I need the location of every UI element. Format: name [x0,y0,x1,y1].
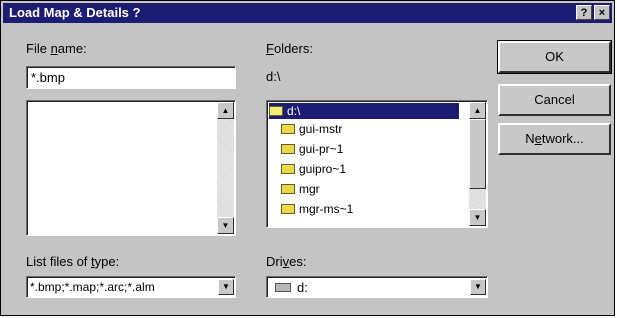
folder-item[interactable]: mgr-ms~1 [281,201,353,217]
current-path: d:\ [266,69,281,84]
file-name-label: File name: [26,41,87,56]
network-button[interactable]: Network... [498,123,611,155]
folder-icon [281,144,295,154]
open-folder-icon [269,106,283,116]
scroll-up-arrow-icon[interactable]: ▲ [469,102,486,119]
drive-icon [275,283,291,292]
file-list[interactable]: ▲ ▼ [26,100,236,236]
folder-item[interactable]: gui-mstr [281,121,342,137]
help-button[interactable]: ? [576,5,592,20]
scroll-down-arrow-icon[interactable]: ▼ [469,209,486,226]
folder-item[interactable]: mgr [281,181,320,197]
folder-item-root[interactable]: d:\ [269,103,459,119]
file-name-input[interactable]: *.bmp [26,66,236,89]
file-type-label: List files of type: [26,254,120,269]
folder-item[interactable]: gui-pr~1 [281,141,343,157]
chevron-down-icon[interactable]: ▼ [218,279,234,295]
scroll-down-arrow-icon[interactable]: ▼ [217,217,234,234]
chevron-down-icon[interactable]: ▼ [470,279,486,295]
scroll-up-arrow-icon[interactable]: ▲ [217,102,234,119]
close-button[interactable]: × [594,5,610,20]
file-type-value: *.bmp;*.map;*.arc;*.alm [30,280,155,294]
folder-list[interactable]: d:\ gui-mstr gui-pr~1 guipro~1 mgr mgr-m… [266,100,488,228]
load-map-dialog: Load Map & Details ? ? × File name: *.bm… [0,0,615,316]
scroll-thumb[interactable] [469,119,486,189]
title-bar[interactable]: Load Map & Details ? ? × [3,3,612,23]
dialog-title: Load Map & Details ? [9,5,141,20]
folder-icon [281,204,295,214]
drives-label: Drives: [266,254,307,269]
folder-item[interactable]: guipro~1 [281,161,346,177]
file-list-scrollbar[interactable]: ▲ ▼ [217,102,234,234]
folder-icon [281,124,295,134]
drives-select[interactable]: d: ▼ [266,276,488,298]
file-name-value: *.bmp [31,70,65,85]
drives-value: d: [297,280,308,295]
file-type-select[interactable]: *.bmp;*.map;*.arc;*.alm ▼ [26,276,236,298]
folder-icon [281,184,295,194]
folder-icon [281,164,295,174]
folder-list-scrollbar[interactable]: ▲ ▼ [469,102,486,226]
ok-button[interactable]: OK [497,40,612,74]
cancel-button[interactable]: Cancel [498,84,611,116]
folders-label: Folders: [266,41,313,56]
